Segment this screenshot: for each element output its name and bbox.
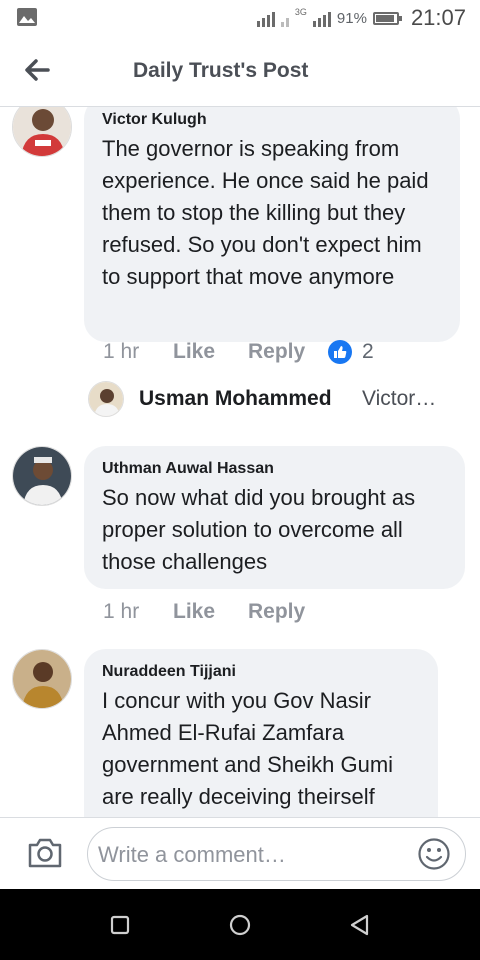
page-header: Daily Trust's Post bbox=[0, 36, 480, 107]
comment-actions: 1 hr Like Reply 2 bbox=[103, 340, 374, 364]
comment-time[interactable]: 1 hr bbox=[103, 340, 173, 364]
comment-item: Nuraddeen Tijjani I concur with you Gov … bbox=[0, 649, 480, 817]
comment-text: So now what did you brought as proper so… bbox=[102, 485, 416, 574]
reply-button[interactable]: Reply bbox=[248, 340, 328, 364]
comment-author[interactable]: Uthman Auwal Hassan bbox=[102, 460, 447, 478]
signal-strength-tertiary-icon bbox=[312, 9, 331, 27]
status-bar: 3G 91% 21:07 bbox=[0, 0, 480, 36]
gallery-notification-icon bbox=[16, 7, 38, 32]
comment-actions: 1 hr Like Reply bbox=[103, 600, 328, 624]
avatar[interactable] bbox=[12, 107, 72, 157]
thumbs-up-icon bbox=[328, 340, 352, 364]
comment-text: The governor is speaking from experience… bbox=[102, 136, 429, 289]
reply-avatar bbox=[88, 381, 124, 417]
home-circle-icon[interactable] bbox=[226, 911, 254, 939]
reaction-summary[interactable]: 2 bbox=[328, 340, 374, 364]
comments-list: Victor Kulugh The governor is speaking f… bbox=[0, 107, 480, 817]
reply-author: Usman Mohammed bbox=[139, 387, 332, 410]
battery-percent: 91% bbox=[336, 9, 367, 27]
comment-time[interactable]: 1 hr bbox=[103, 600, 173, 624]
recents-square-icon[interactable] bbox=[106, 911, 134, 939]
battery-fill bbox=[375, 14, 394, 22]
comment-input[interactable]: Write a comment… bbox=[87, 827, 466, 881]
comment-bubble: Nuraddeen Tijjani I concur with you Gov … bbox=[84, 649, 438, 817]
network-type: 3G bbox=[294, 6, 307, 17]
signal-strength-icon bbox=[256, 9, 275, 27]
back-triangle-icon[interactable] bbox=[346, 911, 374, 939]
comment-placeholder: Write a comment… bbox=[98, 842, 286, 867]
signal-strength-secondary-icon bbox=[280, 9, 289, 27]
comment-bubble: Uthman Auwal Hassan So now what did you … bbox=[84, 446, 465, 589]
reply-preview[interactable]: Usman Mohammed Victor… bbox=[88, 379, 468, 419]
comment-bubble: Victor Kulugh The governor is speaking f… bbox=[84, 107, 460, 342]
back-arrow-icon[interactable] bbox=[22, 56, 52, 84]
comment-item: Uthman Auwal Hassan So now what did you … bbox=[0, 446, 480, 636]
avatar[interactable] bbox=[12, 446, 72, 506]
like-button[interactable]: Like bbox=[173, 340, 248, 364]
status-time: 21:07 bbox=[410, 5, 466, 30]
battery-icon bbox=[372, 11, 402, 25]
reaction-count: 2 bbox=[362, 340, 374, 363]
reply-snippet: Victor… bbox=[362, 387, 437, 410]
comment-author[interactable]: Victor Kulugh bbox=[102, 111, 442, 129]
comment-composer: Write a comment… bbox=[0, 817, 480, 890]
comment-author[interactable]: Nuraddeen Tijjani bbox=[102, 663, 420, 681]
reply-button[interactable]: Reply bbox=[248, 600, 328, 624]
camera-icon[interactable] bbox=[27, 837, 63, 869]
system-nav-bar bbox=[0, 889, 480, 960]
emoji-icon[interactable] bbox=[417, 837, 451, 871]
like-button[interactable]: Like bbox=[173, 600, 248, 624]
page-title: Daily Trust's Post bbox=[133, 59, 309, 82]
avatar[interactable] bbox=[12, 649, 72, 709]
comment-text: I concur with you Gov Nasir Ahmed El-Ruf… bbox=[102, 688, 394, 809]
comment-item: Victor Kulugh The governor is speaking f… bbox=[0, 107, 480, 417]
